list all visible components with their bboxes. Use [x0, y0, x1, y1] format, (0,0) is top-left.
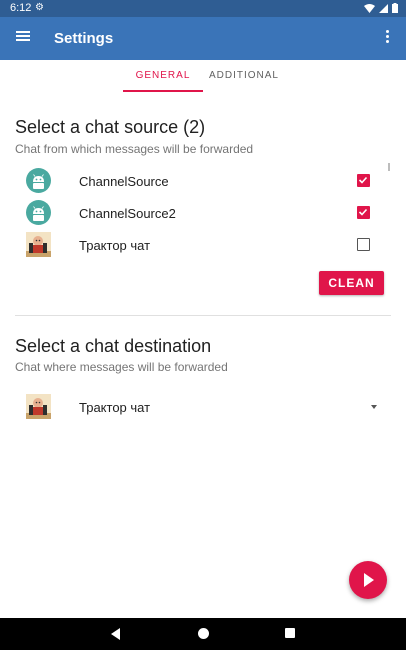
- recent-apps-icon[interactable]: [285, 628, 295, 638]
- source-item-checkbox[interactable]: [357, 238, 370, 251]
- play-icon: [364, 573, 374, 587]
- home-icon[interactable]: [198, 628, 209, 639]
- android-icon: [26, 200, 51, 225]
- tractor-chat-avatar: [26, 232, 51, 257]
- destination-title: Select a chat destination: [15, 336, 212, 356]
- source-item-channelsource[interactable]: ChannelSource: [0, 166, 406, 198]
- source-subtitle: Chat from which messages will be forward…: [15, 142, 254, 156]
- source-item-label: ChannelSource2: [79, 206, 176, 221]
- status-icons: [364, 3, 398, 13]
- tab-bar: GENERAL ADDITIONAL: [0, 60, 406, 92]
- status-bar: 6:12 ⚙: [0, 0, 406, 17]
- signal-icon: [379, 3, 388, 13]
- app-bar: Settings: [0, 17, 406, 60]
- clean-button[interactable]: CLEAN: [319, 271, 384, 295]
- source-item-checkbox[interactable]: [357, 206, 370, 219]
- source-title: Select a chat source (2): [15, 117, 206, 137]
- more-options-icon[interactable]: [382, 28, 392, 48]
- source-item-channelsource2[interactable]: ChannelSource2: [0, 198, 406, 230]
- source-item-tractor-chat[interactable]: Трактор чат: [0, 230, 406, 262]
- destination-label: Трактор чат: [79, 400, 151, 415]
- section-divider: [15, 315, 391, 316]
- dropdown-arrow-icon[interactable]: [371, 405, 377, 409]
- android-icon: [26, 168, 51, 193]
- source-item-label: ChannelSource: [79, 174, 169, 189]
- start-forwarding-button[interactable]: [349, 561, 387, 599]
- menu-icon[interactable]: [16, 29, 34, 43]
- source-item-label: Трактор чат: [79, 238, 151, 253]
- page-title: Settings: [54, 30, 114, 47]
- tractor-chat-avatar: [26, 394, 51, 419]
- battery-icon: [392, 3, 398, 13]
- wifi-icon: [364, 3, 375, 13]
- status-time: 6:12: [10, 2, 32, 14]
- navigation-bar: [0, 618, 406, 650]
- destination-selector[interactable]: Трактор чат: [0, 392, 406, 424]
- gear-icon: ⚙: [35, 2, 44, 13]
- source-item-checkbox[interactable]: [357, 174, 370, 187]
- back-icon[interactable]: [111, 628, 120, 640]
- destination-subtitle: Chat where messages will be forwarded: [15, 360, 228, 374]
- tab-additional[interactable]: ADDITIONAL: [204, 60, 284, 92]
- tab-general[interactable]: GENERAL: [123, 60, 203, 92]
